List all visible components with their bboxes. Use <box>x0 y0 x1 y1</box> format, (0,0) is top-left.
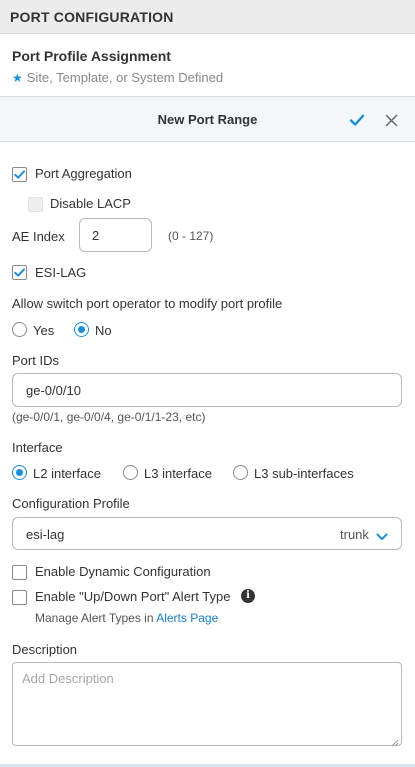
chevron-down-icon <box>376 529 388 547</box>
section-title: PORT CONFIGURATION <box>10 9 174 25</box>
resize-handle-icon[interactable] <box>390 734 399 752</box>
interface-l2-label: L2 interface <box>33 466 101 481</box>
description-placeholder: Add Description <box>22 671 114 686</box>
config-profile-mode: trunk <box>340 527 369 542</box>
manage-alert-prefix: Manage Alert Types in <box>35 611 154 625</box>
port-aggregation-checkbox[interactable] <box>12 167 27 182</box>
alert-type-checkbox[interactable] <box>12 590 27 605</box>
config-profile-select[interactable]: esi-lag trunk <box>12 517 402 550</box>
manage-alert-types: Manage Alert Types in Alerts Page <box>35 611 218 625</box>
esi-lag-checkbox[interactable] <box>12 265 27 280</box>
info-icon[interactable]: i <box>241 589 255 603</box>
alert-type-label: Enable "Up/Down Port" Alert Type <box>35 589 231 604</box>
disable-lacp-label: Disable LACP <box>50 196 131 211</box>
ae-index-input[interactable]: 2 <box>79 218 152 252</box>
interface-label: Interface <box>12 440 63 455</box>
profile-assignment-subtitle: ★ Site, Template, or System Defined <box>12 70 223 85</box>
ae-index-value: 2 <box>92 228 100 243</box>
interface-l3-label: L3 interface <box>144 466 212 481</box>
description-textarea[interactable]: Add Description <box>12 662 402 747</box>
description-label: Description <box>12 642 78 657</box>
alerts-page-link[interactable]: Alerts Page <box>156 611 218 625</box>
port-ids-input[interactable]: ge-0/0/10 <box>12 373 402 407</box>
close-icon[interactable] <box>384 113 399 128</box>
esi-lag-label: ESI-LAG <box>35 265 87 280</box>
config-profile-value: esi-lag <box>26 527 65 542</box>
operator-no-label: No <box>95 323 112 338</box>
ae-index-label: AE Index <box>12 229 65 244</box>
operator-yes-radio[interactable] <box>12 322 27 337</box>
operator-yes-label: Yes <box>33 323 55 338</box>
section-header: PORT CONFIGURATION <box>0 0 415 34</box>
port-ids-label: Port IDs <box>12 353 59 368</box>
star-icon: ★ <box>12 71 23 85</box>
interface-l2-radio[interactable] <box>12 465 27 480</box>
interface-l3-radio[interactable] <box>123 465 138 480</box>
disable-lacp-checkbox[interactable] <box>28 197 43 212</box>
port-ids-hint: (ge-0/0/1, ge-0/0/4, ge-0/1/1-23, etc) <box>12 410 206 424</box>
interface-l3-sub-radio[interactable] <box>233 465 248 480</box>
port-ids-value: ge-0/0/10 <box>26 383 81 398</box>
ae-index-range: (0 - 127) <box>168 229 214 243</box>
config-profile-label: Configuration Profile <box>12 496 130 511</box>
dynamic-config-label: Enable Dynamic Configuration <box>35 564 211 579</box>
new-port-range-bar: New Port Range <box>0 96 415 142</box>
interface-l3-sub-label: L3 sub-interfaces <box>254 466 354 481</box>
operator-permission-label: Allow switch port operator to modify por… <box>12 296 283 311</box>
check-icon[interactable] <box>348 111 366 129</box>
profile-subtitle-text: Site, Template, or System Defined <box>26 70 224 85</box>
port-aggregation-label: Port Aggregation <box>35 166 132 181</box>
profile-assignment-title: Port Profile Assignment <box>12 48 171 64</box>
dynamic-config-checkbox[interactable] <box>12 565 27 580</box>
operator-no-radio[interactable] <box>74 322 89 337</box>
